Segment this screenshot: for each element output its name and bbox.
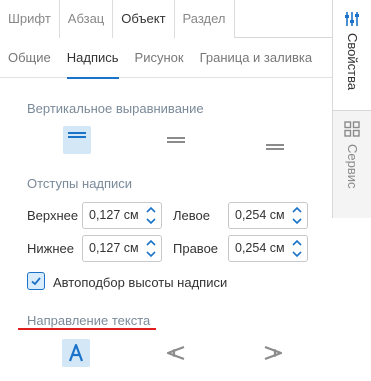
padding-top-stepper[interactable] xyxy=(144,204,158,227)
text-horizontal-icon xyxy=(68,343,84,362)
text-rotate-down-icon xyxy=(264,345,283,361)
tab-section[interactable]: Раздел xyxy=(174,0,235,38)
check-icon xyxy=(31,277,41,286)
subtab-border-fill[interactable]: Граница и заливка xyxy=(192,38,321,78)
padding-right-field[interactable]: 0,254 см xyxy=(228,235,308,262)
autofit-label[interactable]: Автоподбор высоты надписи xyxy=(53,275,227,290)
highlight-underline xyxy=(18,328,156,330)
tab-object[interactable]: Объект xyxy=(113,0,175,39)
padding-right-value: 0,254 см xyxy=(235,241,285,255)
text-direction-rotate-up-button[interactable] xyxy=(162,339,190,367)
padding-right-label: Правое xyxy=(173,241,219,256)
padding-left-stepper[interactable] xyxy=(290,204,304,227)
padding-top-value: 0,127 см xyxy=(89,208,139,222)
sidebar-properties-label: Свойства xyxy=(345,33,360,91)
padding-bottom-field[interactable]: 0,127 см xyxy=(82,235,162,262)
subtab-general[interactable]: Общие xyxy=(0,38,59,78)
top-tabs: Шрифт Абзац Объект Раздел xyxy=(0,0,332,39)
padding-title: Отступы надписи xyxy=(27,176,133,191)
padding-bottom-value: 0,127 см xyxy=(89,241,139,255)
sidebar-tab-properties[interactable]: Свойства xyxy=(333,0,371,111)
properties-panel: Шрифт Абзац Объект Раздел Общие Надпись … xyxy=(0,0,371,381)
text-direction-horizontal-button[interactable] xyxy=(62,339,90,367)
subtab-picture[interactable]: Рисунок xyxy=(127,38,192,78)
padding-left-field[interactable]: 0,254 см xyxy=(228,202,308,229)
tab-font[interactable]: Шрифт xyxy=(0,0,60,38)
grid-icon xyxy=(344,121,360,137)
text-rotate-up-icon xyxy=(166,345,185,361)
padding-right-stepper[interactable] xyxy=(290,237,304,260)
right-sidebar: Свойства Сервис xyxy=(332,0,371,218)
padding-top-field[interactable]: 0,127 см xyxy=(82,202,162,229)
padding-top-label: Верхнее xyxy=(27,208,79,223)
sidebar-service-label: Сервис xyxy=(345,144,360,189)
sub-tabs: Общие Надпись Рисунок Граница и заливка xyxy=(0,38,332,79)
align-top-button[interactable] xyxy=(63,126,91,154)
text-direction-title: Направление текста xyxy=(27,313,151,328)
vertical-alignment-group xyxy=(0,126,332,158)
vertical-alignment-title: Вертикальное выравнивание xyxy=(27,101,204,116)
subtab-textbox[interactable]: Надпись xyxy=(59,38,127,79)
align-middle-button[interactable] xyxy=(162,126,190,154)
autofit-checkbox[interactable] xyxy=(27,272,45,290)
align-bottom-button[interactable] xyxy=(261,126,289,154)
text-direction-rotate-down-button[interactable] xyxy=(259,339,287,367)
sidebar-tab-service[interactable]: Сервис xyxy=(333,111,371,218)
padding-left-value: 0,254 см xyxy=(235,208,285,222)
padding-bottom-stepper[interactable] xyxy=(144,237,158,260)
padding-left-label: Левое xyxy=(173,208,210,223)
padding-bottom-label: Нижнее xyxy=(27,241,74,256)
sliders-icon xyxy=(345,12,359,26)
tab-paragraph[interactable]: Абзац xyxy=(59,0,114,38)
